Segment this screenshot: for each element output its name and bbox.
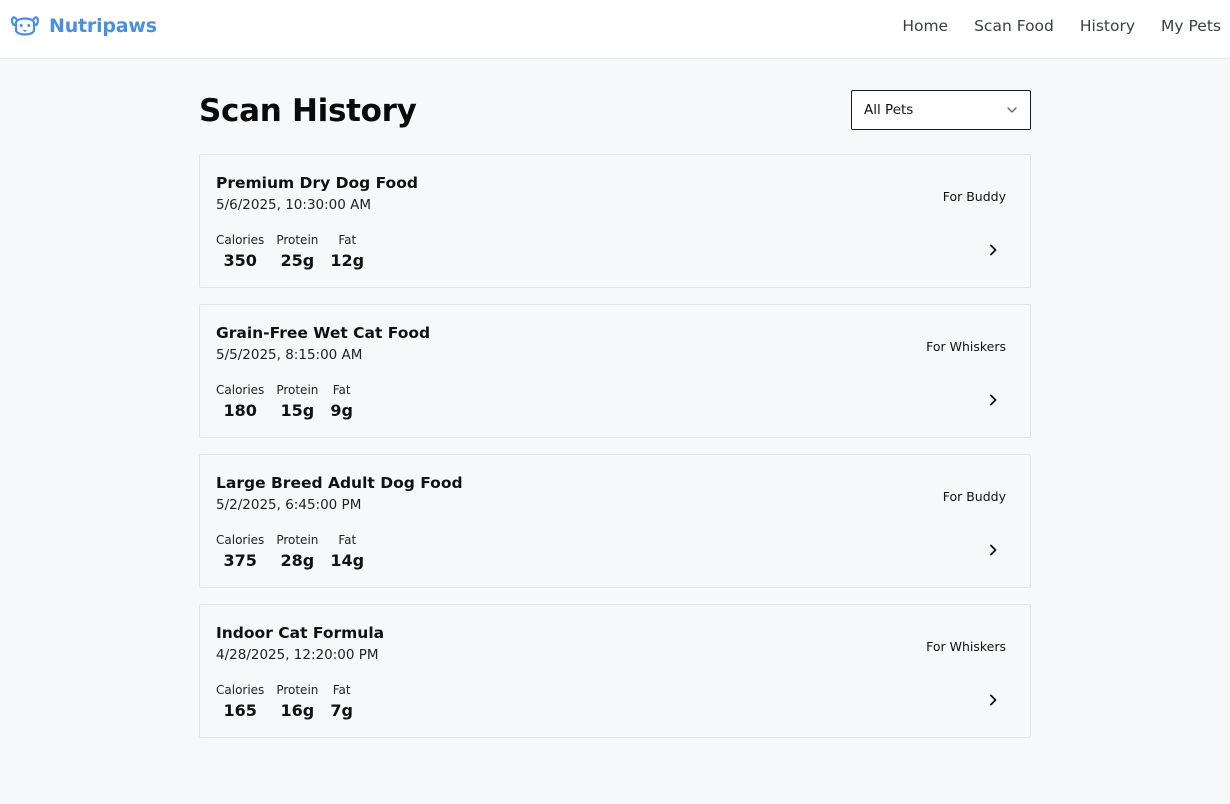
nutrient-label: Fat [338, 233, 357, 247]
scan-date: 5/5/2025, 8:15:00 AM [216, 347, 363, 363]
nutrient-value: 15g [280, 401, 315, 420]
nutrient-label: Calories [216, 233, 265, 247]
scan-card[interactable]: Premium Dry Dog Food 5/6/2025, 10:30:00 … [199, 154, 1031, 288]
main-nav: Home Scan Food History My Pets [902, 17, 1221, 35]
nutrient-label: Fat [332, 683, 351, 697]
nutrient-calories: Calories 375 [216, 533, 264, 570]
nutrient-calories: Calories 165 [216, 683, 264, 720]
food-name: Premium Dry Dog Food [216, 174, 418, 192]
nutrient-label: Protein [276, 683, 319, 697]
nutrient-protein: Protein 28g [276, 533, 318, 570]
scan-date: 4/28/2025, 12:20:00 PM [216, 647, 379, 663]
nutrient-label: Protein [276, 233, 319, 247]
nav-my-pets[interactable]: My Pets [1161, 17, 1221, 35]
nutrient-value: 28g [280, 551, 315, 570]
food-name: Grain-Free Wet Cat Food [216, 324, 431, 342]
nutrient-summary: Calories 180 Protein 15g Fat 9g [216, 383, 353, 420]
nutrient-value: 165 [223, 701, 257, 720]
nutrient-summary: Calories 375 Protein 28g Fat 14g [216, 533, 364, 570]
nutrient-fat: Fat 9g [330, 383, 353, 420]
nutrient-label: Fat [332, 383, 351, 397]
nutrient-value: 16g [280, 701, 315, 720]
nutrient-protein: Protein 25g [276, 233, 318, 270]
nutrient-value: 350 [223, 251, 257, 270]
nutrient-label: Calories [216, 383, 265, 397]
scan-card[interactable]: Large Breed Adult Dog Food 5/2/2025, 6:4… [199, 454, 1031, 588]
scan-card[interactable]: Indoor Cat Formula 4/28/2025, 12:20:00 P… [199, 604, 1031, 738]
pet-filter-select[interactable]: All Pets [851, 90, 1031, 130]
page-title: Scan History [199, 93, 417, 129]
nutrient-label: Protein [276, 383, 319, 397]
food-name: Indoor Cat Formula [216, 624, 385, 642]
brand-link[interactable]: Nutripaws [10, 11, 157, 41]
scan-card[interactable]: Grain-Free Wet Cat Food 5/5/2025, 8:15:0… [199, 304, 1031, 438]
nutrient-value: 180 [223, 401, 257, 420]
chevron-right-icon[interactable] [986, 243, 1000, 257]
pet-filter-value: All Pets [864, 102, 914, 118]
nutrient-value: 12g [330, 251, 365, 270]
chevron-down-icon [1007, 107, 1017, 113]
nutrient-value: 14g [330, 551, 365, 570]
pet-tag: For Whiskers [926, 639, 1006, 654]
scan-date: 5/2/2025, 6:45:00 PM [216, 497, 362, 513]
nutrient-fat: Fat 12g [330, 233, 364, 270]
nutrient-fat: Fat 7g [330, 683, 353, 720]
pet-tag: For Buddy [942, 489, 1006, 504]
chevron-right-icon[interactable] [986, 693, 1000, 707]
nutrient-calories: Calories 350 [216, 233, 264, 270]
dog-face-icon [11, 16, 39, 36]
nutrient-label: Protein [276, 533, 319, 547]
nutrient-label: Calories [216, 533, 265, 547]
nutrient-value: 7g [330, 701, 353, 720]
nutrient-label: Calories [216, 683, 265, 697]
chevron-right-icon[interactable] [986, 543, 1000, 557]
nav-history[interactable]: History [1080, 17, 1135, 35]
food-name: Large Breed Adult Dog Food [216, 474, 463, 492]
chevron-right-icon[interactable] [986, 393, 1000, 407]
scan-history-list: Premium Dry Dog Food 5/6/2025, 10:30:00 … [199, 154, 1031, 754]
nutrient-summary: Calories 165 Protein 16g Fat 7g [216, 683, 353, 720]
nutrient-value: 9g [330, 401, 353, 420]
nutrient-value: 375 [223, 551, 257, 570]
nutrient-label: Fat [338, 533, 357, 547]
scan-date: 5/6/2025, 10:30:00 AM [216, 197, 372, 213]
pet-tag: For Whiskers [926, 339, 1006, 354]
pet-tag: For Buddy [942, 189, 1006, 204]
nutrient-summary: Calories 350 Protein 25g Fat 12g [216, 233, 364, 270]
nutrient-protein: Protein 16g [276, 683, 318, 720]
nutrient-calories: Calories 180 [216, 383, 264, 420]
app-name: Nutripaws [49, 15, 157, 37]
nav-home[interactable]: Home [902, 17, 948, 35]
nutrient-value: 25g [280, 251, 315, 270]
nutrient-fat: Fat 14g [330, 533, 364, 570]
top-navbar: Nutripaws Home Scan Food History My Pets [0, 0, 1230, 59]
nav-scan-food[interactable]: Scan Food [974, 17, 1054, 35]
nutrient-protein: Protein 15g [276, 383, 318, 420]
